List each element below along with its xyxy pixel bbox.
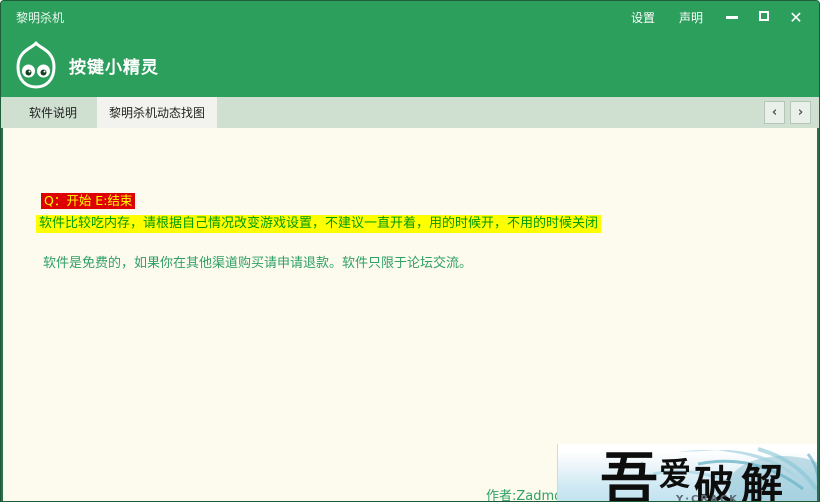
window-title: 黎明杀机: [16, 10, 65, 25]
free-software-notice: 软件是免费的，如果你在其他渠道购买请申请退款。软件只限于论坛交流。: [43, 256, 473, 271]
52pojie-watermark-image: 吾 爱 破 解 Y·CRACK: [557, 444, 817, 502]
chevron-left-icon: ‹: [771, 105, 778, 120]
watermark-subtext: Y·CRACK: [676, 494, 739, 501]
watermark-char-jie: 解: [741, 460, 784, 502]
maximize-button[interactable]: [751, 6, 777, 28]
chevron-right-icon: ›: [797, 105, 804, 120]
close-button[interactable]: ✕: [783, 5, 809, 30]
tab-bar: 软件说明 黎明杀机动态找图 ‹ ›: [1, 97, 819, 128]
app-logo-icon: [12, 41, 60, 89]
tab-dynamic-image-search[interactable]: 黎明杀机动态找图: [97, 97, 217, 128]
title-bar: 黎明杀机 设置 声明 ✕: [1, 1, 819, 33]
app-window: 黎明杀机 设置 声明 ✕ 按键小精灵 软件说明 黎明杀机动态找图 ‹ › Q：开…: [0, 0, 820, 502]
minimize-icon: [726, 15, 738, 19]
maximize-icon: [759, 11, 769, 21]
app-header: 按键小精灵: [1, 33, 819, 97]
author-credit: 作者:Zadmg: [486, 489, 563, 501]
tab-scroll-left-button[interactable]: ‹: [764, 101, 785, 124]
watermark-char-ai: 爱: [659, 455, 692, 493]
tab-content-panel: Q：开始 E:结束 软件比较吃内存，请根据自己情况改变游戏设置，不建议一直开着，…: [1, 128, 819, 501]
app-name: 按键小精灵: [69, 57, 159, 78]
tab-scroll-controls: ‹ ›: [764, 101, 811, 124]
statement-menu-button[interactable]: 声明: [671, 5, 711, 30]
minimize-button[interactable]: [719, 6, 745, 28]
settings-menu-button[interactable]: 设置: [623, 5, 663, 30]
tab-scroll-right-button[interactable]: ›: [790, 101, 811, 124]
tab-software-description[interactable]: 软件说明: [9, 97, 97, 128]
memory-warning: 软件比较吃内存，请根据自己情况改变游戏设置，不建议一直开着，用的时候开，不用的时…: [36, 215, 602, 233]
hotkey-instruction: Q：开始 E:结束: [41, 193, 136, 209]
watermark-char-wu: 吾: [600, 446, 659, 501]
